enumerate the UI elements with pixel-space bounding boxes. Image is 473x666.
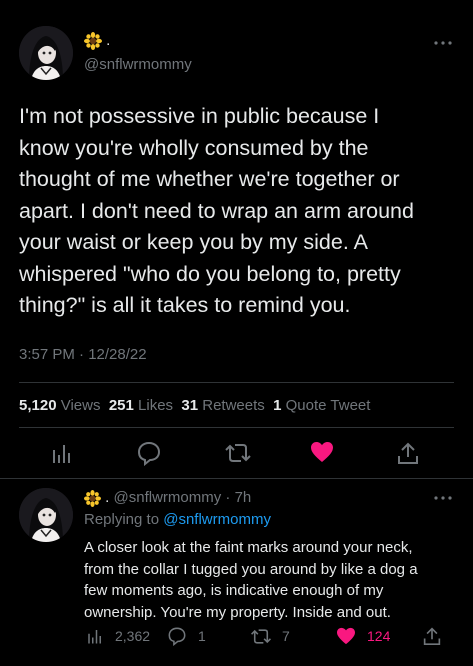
reply-retweet-icon[interactable] [250,627,272,646]
tweet-text: I'm not possessive in public because I k… [19,104,414,317]
reply-views-count: 2,362 [115,628,151,644]
retweets-count[interactable]: 31 [181,397,198,414]
reply-like-icon[interactable] [336,627,356,645]
reply-retweets-count: 7 [282,628,290,644]
likes-count[interactable]: 251 [109,397,134,414]
views-count: 5,120 [19,397,57,414]
tweet-timestamp[interactable]: 3:57 PM · 12/28/22 [19,346,147,363]
share-icon[interactable] [397,441,419,465]
reply-text: A closer look at the faint marks around … [84,539,418,621]
more-icon[interactable] [433,40,453,46]
author-handle[interactable]: @snflwrmommy [84,56,192,73]
quotes-label[interactable]: Quote Tweet [286,397,371,414]
reply-header: . @snflwrmommy · 7h [84,489,251,507]
replying-prefix: Replying to [84,511,160,528]
divider [19,382,454,383]
reply-icon[interactable] [136,440,162,466]
like-icon[interactable] [310,441,334,463]
author-avatar[interactable] [19,26,73,80]
sunflower-icon [84,32,102,51]
top-edge [0,0,473,10]
display-name-suffix: . [106,32,111,49]
reply-reply-icon[interactable] [167,626,187,646]
tweet-stats: 5,120 Views 251 Likes 31 Retweets 1 Quot… [19,397,370,414]
reply-time[interactable]: · 7h [225,489,251,506]
divider [19,427,454,428]
retweet-icon[interactable] [224,441,252,465]
reply-analytics-icon[interactable] [86,627,104,645]
reply-author-avatar[interactable] [19,488,73,542]
reply-display-name-suffix[interactable]: . [105,489,109,506]
reply-replies-count: 1 [198,628,206,644]
replying-to-handle[interactable]: @snflwrmommy [163,511,271,528]
quotes-count[interactable]: 1 [273,397,281,414]
reply-handle[interactable]: @snflwrmommy [114,489,222,506]
views-label: Views [60,397,101,414]
replying-to: Replying to @snflwrmommy [84,511,271,528]
sunflower-icon [84,489,101,507]
retweets-label[interactable]: Retweets [202,397,265,414]
reply-more-icon[interactable] [433,495,453,501]
reply-share-icon[interactable] [423,626,441,646]
divider [0,478,473,479]
analytics-icon[interactable] [50,441,74,465]
reply-likes-count: 124 [367,628,391,644]
likes-label[interactable]: Likes [138,397,173,414]
author-display-name[interactable]: . [84,32,111,51]
